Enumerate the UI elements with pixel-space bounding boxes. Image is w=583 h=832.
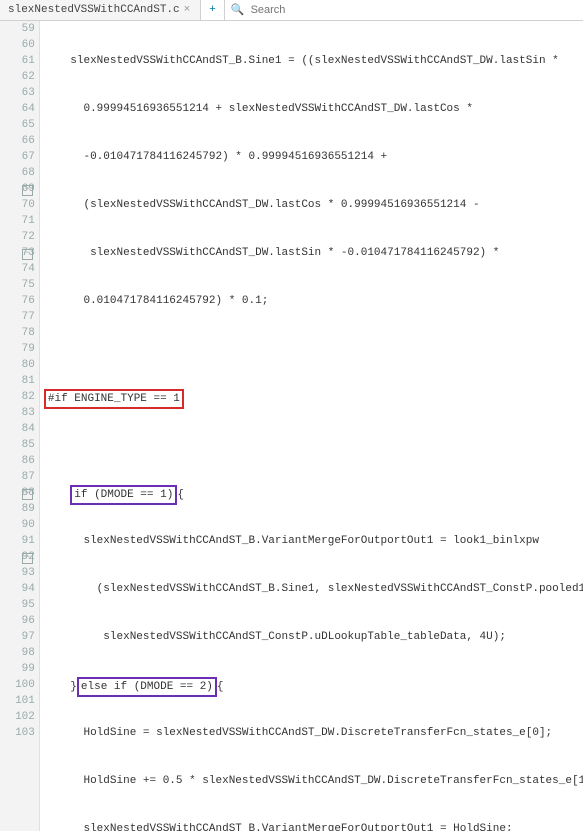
line-number: 87 −	[4, 469, 35, 485]
line-number: 91 −	[4, 533, 35, 549]
line-number: 81	[4, 373, 35, 389]
line-number: 78	[4, 325, 35, 341]
condition-highlight: else if (DMODE == 2)	[77, 677, 217, 697]
code-line-highlighted: if (DMODE == 1){	[44, 485, 579, 501]
line-number: 83	[4, 405, 35, 421]
code-line: HoldSine += 0.5 * slexNestedVSSWithCCAnd…	[44, 773, 579, 789]
line-number: 103	[4, 725, 35, 741]
tab-label: slexNestedVSSWithCCAndST.c	[8, 4, 180, 16]
preprocessor-highlight: #if ENGINE_TYPE == 1	[44, 389, 184, 409]
line-number: 98	[4, 645, 35, 661]
code-line: slexNestedVSSWithCCAndST_DW.lastSin * -0…	[44, 245, 579, 261]
line-number: 90	[4, 517, 35, 533]
search-input[interactable]	[249, 3, 393, 17]
line-number: 100	[4, 677, 35, 693]
line-number: 102	[4, 709, 35, 725]
line-number: 80	[4, 357, 35, 373]
line-number: 74	[4, 261, 35, 277]
code-line: (slexNestedVSSWithCCAndST_DW.lastCos * 0…	[44, 197, 579, 213]
line-number: 60	[4, 37, 35, 53]
new-tab-button[interactable]: +	[201, 0, 225, 20]
code-line: 0.010471784116245792) * 0.1;	[44, 293, 579, 309]
line-number: 96	[4, 613, 35, 629]
code-area[interactable]: slexNestedVSSWithCCAndST_B.Sine1 = ((sle…	[40, 21, 583, 831]
code-line: slexNestedVSSWithCCAndST_B.VariantMergeF…	[44, 533, 579, 549]
line-number: 64	[4, 101, 35, 117]
line-number: 63	[4, 85, 35, 101]
line-number: 70	[4, 197, 35, 213]
line-number: 73	[4, 245, 35, 261]
search-box[interactable]: 🔍	[225, 0, 399, 20]
line-number: 84	[4, 421, 35, 437]
code-line	[44, 437, 579, 453]
file-tab[interactable]: slexNestedVSSWithCCAndST.c ×	[0, 0, 201, 20]
code-line: slexNestedVSSWithCCAndST_ConstP.uDLookup…	[44, 629, 579, 645]
condition-highlight: if (DMODE == 1)	[70, 485, 177, 505]
line-number: 92	[4, 549, 35, 565]
code-line: 0.99994516936551214 + slexNestedVSSWithC…	[44, 101, 579, 117]
code-line: slexNestedVSSWithCCAndST_B.Sine1 = ((sle…	[44, 53, 579, 69]
line-number: 66	[4, 133, 35, 149]
code-line: (slexNestedVSSWithCCAndST_B.Sine1, slexN…	[44, 581, 579, 597]
line-number: 93	[4, 565, 35, 581]
line-number: 68 −	[4, 165, 35, 181]
line-number: 95	[4, 597, 35, 613]
line-number: 59	[4, 21, 35, 37]
line-number: 72 −	[4, 229, 35, 245]
line-number: 62	[4, 69, 35, 85]
line-number: 88	[4, 485, 35, 501]
code-line: slexNestedVSSWithCCAndST_B.VariantMergeF…	[44, 821, 579, 831]
code-line-highlighted: }else if (DMODE == 2){	[44, 677, 579, 693]
search-icon: 🔍	[231, 3, 245, 17]
code-line-highlighted: #if ENGINE_TYPE == 1	[44, 389, 579, 405]
tab-bar: slexNestedVSSWithCCAndST.c × + 🔍	[0, 0, 583, 21]
line-number: 65	[4, 117, 35, 133]
line-number: 76	[4, 293, 35, 309]
code-line: -0.010471784116245792) * 0.9999451693655…	[44, 149, 579, 165]
line-number: 61	[4, 53, 35, 69]
line-number: 101	[4, 693, 35, 709]
line-number: 89	[4, 501, 35, 517]
gutter: 59 60 61 62 63 64 65 66 67 68 − 69 70 71…	[0, 21, 40, 831]
line-number: 94	[4, 581, 35, 597]
line-number: 97	[4, 629, 35, 645]
line-number: 86	[4, 453, 35, 469]
line-number: 67	[4, 149, 35, 165]
code-editor[interactable]: 59 60 61 62 63 64 65 66 67 68 − 69 70 71…	[0, 21, 583, 831]
close-icon[interactable]: ×	[184, 4, 191, 16]
code-line: HoldSine = slexNestedVSSWithCCAndST_DW.D…	[44, 725, 579, 741]
line-number: 75	[4, 277, 35, 293]
line-number: 99	[4, 661, 35, 677]
line-number: 77	[4, 309, 35, 325]
line-number: 85	[4, 437, 35, 453]
line-number: 69	[4, 181, 35, 197]
code-line	[44, 341, 579, 357]
line-number: 71	[4, 213, 35, 229]
line-number: 79	[4, 341, 35, 357]
line-number: 82	[4, 389, 35, 405]
